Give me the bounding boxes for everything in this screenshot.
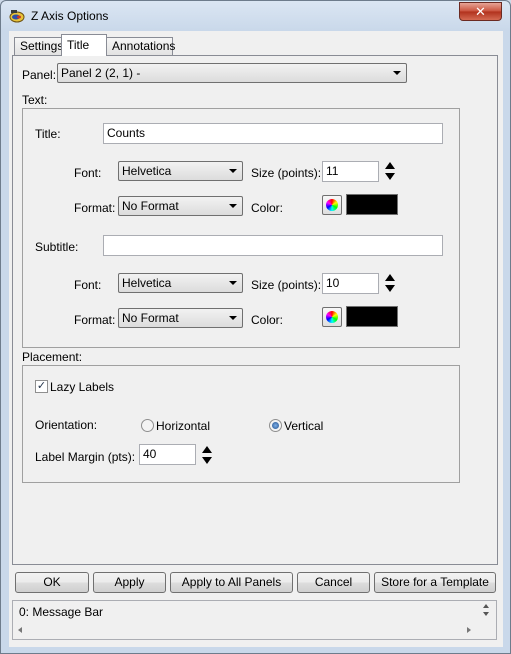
subtitle-size-value: 10 [326, 276, 340, 290]
spin-down-icon[interactable] [385, 173, 395, 180]
ok-button[interactable]: OK [15, 572, 89, 593]
subtitle-size-input[interactable]: 10 [322, 273, 379, 294]
dialog-window: Z Axis Options ✕ Settings Title Annotati… [0, 0, 511, 654]
scroll-left-icon[interactable] [18, 627, 22, 633]
store-template-button[interactable]: Store for a Template [374, 572, 496, 593]
title-input-value: Counts [107, 126, 146, 140]
ok-button-label: OK [43, 575, 61, 589]
spin-down-icon[interactable] [202, 457, 212, 464]
color-wheel-icon [326, 199, 338, 211]
panel-select[interactable]: Panel 2 (2, 1) - [57, 63, 407, 83]
title-bar[interactable]: Z Axis Options ✕ [1, 1, 510, 31]
spin-up-icon[interactable] [385, 274, 395, 281]
tab-settings[interactable]: Settings [14, 37, 64, 55]
apply-all-button-label: Apply to All Panels [181, 575, 282, 589]
apply-all-panels-button[interactable]: Apply to All Panels [170, 572, 293, 593]
scroll-right-icon[interactable] [467, 627, 471, 633]
chevron-down-icon [229, 281, 237, 285]
app-icon [9, 10, 25, 23]
orientation-vertical-radio[interactable] [269, 419, 282, 432]
subtitle-size-label: Size (points): [251, 278, 322, 292]
subtitle-label: Subtitle: [35, 240, 79, 254]
orientation-horizontal-label[interactable]: Horizontal [156, 419, 210, 433]
subtitle-font-label: Font: [74, 278, 102, 292]
lazy-labels-label[interactable]: Lazy Labels [50, 380, 114, 394]
label-margin-spinner[interactable] [200, 445, 213, 465]
subtitle-font-value: Helvetica [122, 276, 172, 290]
color-wheel-icon [326, 311, 338, 323]
title-size-value: 11 [326, 164, 339, 178]
title-font-label: Font: [74, 166, 102, 180]
cancel-button-label: Cancel [314, 575, 353, 589]
apply-button-label: Apply [114, 575, 145, 589]
subtitle-format-label: Format: [74, 313, 116, 327]
tab-label: Annotations [112, 39, 176, 53]
message-bar-text: 0: Message Bar [19, 605, 104, 619]
scroll-down-icon[interactable] [483, 612, 489, 616]
store-template-button-label: Store for a Template [381, 575, 489, 589]
apply-button[interactable]: Apply [93, 572, 166, 593]
close-icon: ✕ [475, 4, 486, 19]
orientation-label: Orientation: [35, 418, 98, 432]
orientation-vertical-label[interactable]: Vertical [284, 419, 323, 433]
dialog-client: Settings Title Annotations Panel: Panel … [9, 31, 503, 647]
lazy-labels-checkbox[interactable]: ✓ [35, 380, 48, 393]
title-format-label: Format: [74, 201, 116, 215]
subtitle-font-select[interactable]: Helvetica [118, 273, 243, 293]
window-title: Z Axis Options [31, 9, 109, 23]
title-color-picker-button[interactable] [322, 195, 342, 215]
tab-label: Title [67, 38, 90, 52]
text-group: Title: Counts Font: Helvetica Size (poin… [22, 108, 460, 348]
title-size-input[interactable]: 11 [322, 161, 379, 182]
title-font-value: Helvetica [122, 164, 172, 178]
title-color-label: Color: [251, 201, 284, 215]
tab-panel-title: Panel: Panel 2 (2, 1) - Text: Title: Cou… [12, 55, 498, 565]
checkmark-icon: ✓ [36, 380, 47, 392]
subtitle-color-picker-button[interactable] [322, 307, 342, 327]
close-button[interactable]: ✕ [459, 2, 502, 21]
chevron-down-icon [229, 169, 237, 173]
subtitle-input[interactable] [103, 235, 443, 256]
label-margin-input[interactable]: 40 [139, 444, 196, 465]
chevron-down-icon [393, 71, 401, 75]
subtitle-color-swatch[interactable] [346, 306, 398, 327]
message-bar[interactable]: 0: Message Bar [12, 600, 497, 640]
tab-annotations[interactable]: Annotations [106, 37, 176, 55]
tab-title[interactable]: Title [61, 34, 107, 56]
title-size-label: Size (points): [251, 166, 322, 180]
title-format-value: No Format [122, 199, 179, 213]
scroll-up-icon[interactable] [483, 604, 489, 608]
cancel-button[interactable]: Cancel [297, 572, 370, 593]
title-size-spinner[interactable] [383, 161, 396, 181]
text-section-label: Text: [22, 93, 48, 107]
title-label: Title: [35, 127, 61, 141]
tab-label: Settings [20, 39, 64, 53]
subtitle-color-label: Color: [251, 313, 284, 327]
placement-group: ✓ Lazy Labels Orientation: Horizontal Ve… [22, 365, 460, 483]
spin-up-icon[interactable] [385, 162, 395, 169]
subtitle-size-spinner[interactable] [383, 273, 396, 293]
orientation-horizontal-radio[interactable] [141, 419, 154, 432]
spin-up-icon[interactable] [202, 446, 212, 453]
title-format-select[interactable]: No Format [118, 196, 243, 216]
chevron-down-icon [229, 204, 237, 208]
panel-label: Panel: [22, 68, 57, 82]
label-margin-value: 40 [143, 447, 157, 461]
label-margin-label: Label Margin (pts): [35, 450, 136, 464]
subtitle-format-value: No Format [122, 311, 179, 325]
chevron-down-icon [229, 316, 237, 320]
spin-down-icon[interactable] [385, 285, 395, 292]
subtitle-format-select[interactable]: No Format [118, 308, 243, 328]
panel-select-value: Panel 2 (2, 1) - [61, 66, 141, 80]
title-font-select[interactable]: Helvetica [118, 161, 243, 181]
title-color-swatch[interactable] [346, 194, 398, 215]
title-input[interactable]: Counts [103, 123, 443, 144]
placement-section-label: Placement: [22, 350, 83, 364]
